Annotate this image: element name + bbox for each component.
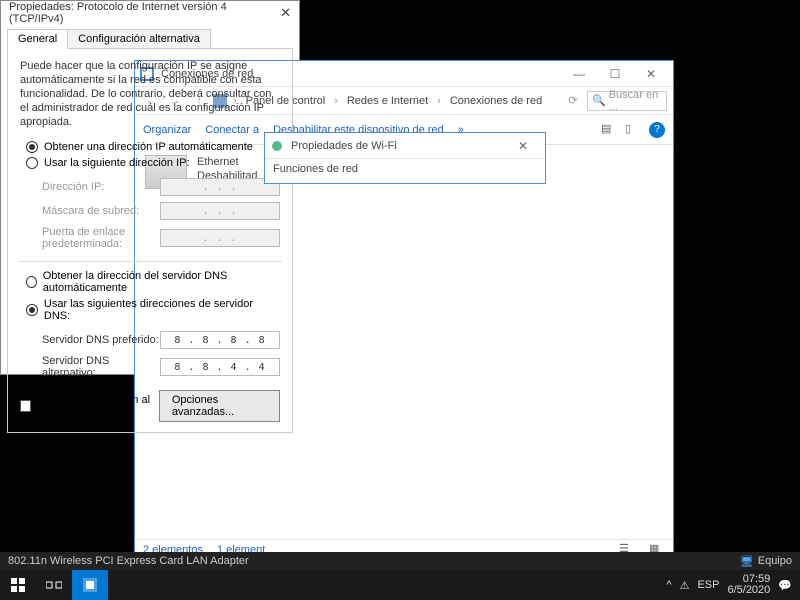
chevron-right-icon: › (435, 95, 443, 107)
description-text: Puede hacer que la configuración IP se a… (20, 59, 280, 129)
search-input[interactable]: 🔍Buscar en ... (587, 91, 667, 111)
dialog-title: Propiedades: Protocolo de Internet versi… (9, 1, 280, 25)
ip-address-input: . . . (160, 178, 280, 196)
radio-icon (26, 276, 37, 288)
clock[interactable]: 07:59 6/5/2020 (727, 574, 770, 596)
dialog-title: Propiedades de Wi-Fi (291, 140, 505, 152)
titlebar: Propiedades: Protocolo de Internet versi… (1, 1, 299, 25)
wifi-icon (269, 138, 285, 154)
gateway-input: . . . (160, 229, 280, 247)
dns-manual-radio[interactable]: Usar las siguientes direcciones de servi… (26, 296, 280, 324)
dns-alt-input[interactable]: 8 . 8 . 4 . 4 (160, 358, 280, 376)
help-icon[interactable]: ? (649, 122, 665, 138)
close-button[interactable]: ✕ (280, 5, 291, 21)
start-button[interactable] (0, 570, 36, 600)
breadcrumb[interactable]: Redes e Internet (344, 95, 431, 107)
search-icon: 🔍 (592, 94, 606, 107)
refresh-button[interactable]: ⟳ (563, 91, 583, 111)
breadcrumb[interactable]: Conexiones de red (447, 95, 545, 107)
dns-preferred-label: Servidor DNS preferido: (42, 334, 160, 346)
dns-preferred-input[interactable]: 8 . 8 . 8 . 8 (160, 331, 280, 349)
tab-general[interactable]: General (7, 29, 68, 49)
task-view-button[interactable] (36, 570, 72, 600)
gateway-label: Puerta de enlace predeterminada: (42, 226, 160, 250)
adapter-info-bar: 802.11n Wireless PCI Express Card LAN Ad… (0, 552, 800, 570)
maximize-button[interactable]: ☐ (597, 62, 633, 86)
equipo-label: Equipo (758, 555, 792, 567)
language-indicator[interactable]: ESP (697, 579, 719, 591)
adapter-name: 802.11n Wireless PCI Express Card LAN Ad… (8, 555, 249, 567)
computer-icon: 🖥 (740, 555, 754, 568)
radio-icon (26, 141, 38, 153)
subnet-mask-input: . . . (160, 202, 280, 220)
notifications-icon[interactable]: 💬 (778, 579, 792, 592)
dns-alt-label: Servidor DNS alternativo: (42, 355, 160, 379)
validate-checkbox[interactable] (20, 400, 31, 412)
titlebar: Propiedades de Wi-Fi ✕ (265, 133, 545, 159)
close-button[interactable]: ✕ (633, 62, 669, 86)
tab-content: Puede hacer que la configuración IP se a… (7, 48, 293, 433)
minimize-button[interactable]: — (561, 62, 597, 86)
wifi-section-label: Funciones de red (265, 159, 545, 179)
radio-icon (26, 304, 38, 316)
view-options-icon[interactable]: ▤ (601, 122, 617, 138)
dns-auto-radio[interactable]: Obtener la dirección del servidor DNS au… (26, 268, 280, 296)
subnet-mask-label: Máscara de subred: (42, 205, 160, 217)
tcpip-properties-dialog: Propiedades: Protocolo de Internet versi… (0, 0, 300, 375)
tab-alt-config[interactable]: Configuración alternativa (67, 29, 211, 49)
ip-auto-radio[interactable]: Obtener una dirección IP automáticamente (26, 139, 280, 155)
wifi-properties-dialog: Propiedades de Wi-Fi ✕ Funciones de red (264, 132, 546, 184)
ip-manual-radio[interactable]: Usar la siguiente dirección IP: (26, 155, 280, 171)
ip-address-label: Dirección IP: (42, 181, 160, 193)
close-button[interactable]: ✕ (505, 134, 541, 158)
validate-label: Validar configuración al salir (37, 394, 153, 418)
taskbar-app-settings[interactable] (72, 570, 108, 600)
preview-pane-icon[interactable]: ▯ (625, 122, 641, 138)
advanced-button[interactable]: Opciones avanzadas... (159, 390, 280, 422)
taskbar: ^ ⚠ ESP 07:59 6/5/2020 💬 (0, 570, 800, 600)
wifi-tray-icon[interactable]: ⚠ (680, 579, 690, 592)
tray-expand-icon[interactable]: ^ (666, 579, 671, 591)
radio-icon (26, 157, 38, 169)
chevron-right-icon: › (332, 95, 340, 107)
